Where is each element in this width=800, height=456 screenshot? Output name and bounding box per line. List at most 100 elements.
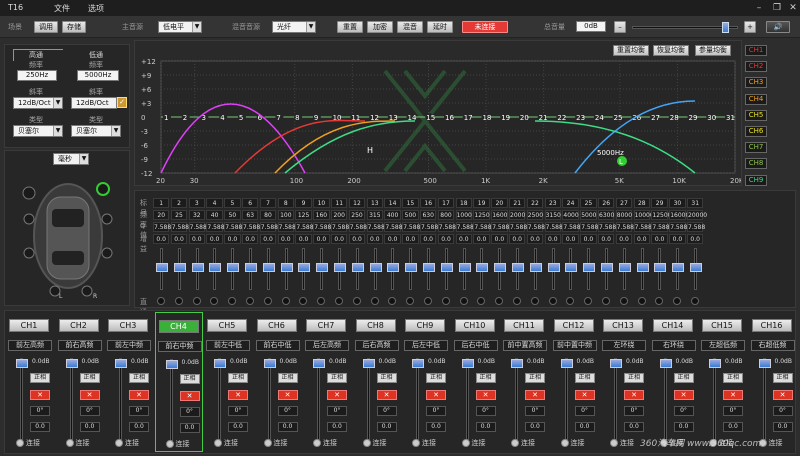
band-q-input[interactable]: 7.588 xyxy=(402,222,420,232)
band-gain-knob[interactable] xyxy=(316,263,329,272)
band-gain-slider[interactable] xyxy=(529,248,542,290)
mute-icon[interactable]: ✕ xyxy=(624,390,644,400)
phase-button[interactable]: 正相 xyxy=(723,373,743,383)
channel-fader-knob[interactable] xyxy=(16,359,28,368)
band-gain-slider[interactable] xyxy=(636,248,649,290)
band-gain-knob[interactable] xyxy=(440,263,453,272)
band-gain-knob[interactable] xyxy=(156,263,168,272)
band-gain-slider[interactable] xyxy=(156,248,168,290)
band-gain-input[interactable]: 0.0 xyxy=(188,234,205,244)
band-gain-slider[interactable] xyxy=(458,248,471,290)
band-q-input[interactable]: 7.588 xyxy=(473,222,492,232)
eq-point-label[interactable]: 22 xyxy=(557,114,566,122)
band-gain-input[interactable]: 0.0 xyxy=(313,234,330,244)
mute-icon[interactable]: ✕ xyxy=(79,390,100,400)
lp-slope-select[interactable]: 12dB/Oct xyxy=(71,97,117,109)
band-freq-input[interactable]: 500 xyxy=(402,210,419,220)
channel-fader[interactable] xyxy=(165,359,178,441)
channel-button[interactable]: CH12 xyxy=(553,319,594,332)
channel-fader-knob[interactable] xyxy=(362,359,375,368)
mute-icon[interactable]: ✕ xyxy=(277,390,298,400)
phase-button[interactable]: 正相 xyxy=(624,373,644,383)
band-bypass-button[interactable] xyxy=(192,297,201,305)
phase-button[interactable]: 正相 xyxy=(673,373,694,383)
band-gain-input[interactable]: 0.0 xyxy=(526,234,544,244)
eq-point-label[interactable]: 28 xyxy=(670,114,679,122)
band-freq-input[interactable]: 200 xyxy=(331,210,348,220)
reset-button[interactable]: 重置 xyxy=(337,21,363,33)
channel-fader-knob[interactable] xyxy=(709,359,721,368)
delay-ms-input[interactable]: 0.0 xyxy=(475,422,496,432)
band-q-input[interactable]: 7.588 xyxy=(331,222,349,232)
channel-fader[interactable] xyxy=(461,358,474,440)
channel-button[interactable]: CH14 xyxy=(652,319,693,332)
channel-select-6[interactable]: CH6 xyxy=(745,126,767,137)
band-q-input[interactable]: 7.588 xyxy=(313,222,331,232)
band-gain-slider[interactable] xyxy=(209,248,222,290)
phase-button[interactable]: 正相 xyxy=(30,373,50,383)
mute-icon[interactable]: ✕ xyxy=(673,390,694,400)
channel-fader[interactable] xyxy=(758,358,771,440)
band-bypass-button[interactable] xyxy=(263,297,272,305)
channel-fader-knob[interactable] xyxy=(659,359,672,368)
channel-fader[interactable] xyxy=(263,358,276,440)
mute-icon[interactable]: ✕ xyxy=(327,390,347,400)
band-freq-input[interactable]: 8000 xyxy=(615,210,633,220)
band-gain-knob[interactable] xyxy=(405,263,418,272)
link-radio[interactable] xyxy=(214,439,222,447)
master-volume-knob[interactable] xyxy=(722,22,730,33)
band-gain-slider[interactable] xyxy=(423,248,435,290)
phase-degree-input[interactable]: 0° xyxy=(228,406,248,416)
hp-slope-select[interactable]: 12dB/Oct ▼ xyxy=(13,97,63,109)
band-q-input[interactable]: 7.588 xyxy=(633,222,652,232)
eq-point-label[interactable]: 25 xyxy=(614,114,623,122)
band-gain-knob[interactable] xyxy=(245,263,257,272)
band-freq-input[interactable]: 100 xyxy=(277,210,294,220)
channel-select-8[interactable]: CH8 xyxy=(745,158,767,170)
connect-status-button[interactable]: 未连接 xyxy=(462,21,508,33)
channel-fader-knob[interactable] xyxy=(610,359,622,368)
band-q-input[interactable]: 7.588 xyxy=(384,222,403,232)
eq-point-label[interactable]: 8 xyxy=(295,114,299,122)
band-bypass-button[interactable] xyxy=(174,297,183,305)
band-gain-knob[interactable] xyxy=(547,263,560,272)
channel-fader-knob[interactable] xyxy=(313,359,325,368)
band-gain-input[interactable]: 0.0 xyxy=(491,234,508,244)
band-gain-slider[interactable] xyxy=(351,248,364,290)
delay-ms-input[interactable]: 0.0 xyxy=(376,422,397,432)
channel-fader[interactable] xyxy=(511,358,523,440)
channel-select-2[interactable]: CH2 xyxy=(745,61,767,73)
channel-button[interactable]: CH16 xyxy=(751,319,792,332)
band-bypass-button[interactable] xyxy=(246,297,254,305)
band-gain-knob[interactable] xyxy=(227,263,240,272)
band-gain-knob[interactable] xyxy=(387,263,400,272)
link-radio[interactable] xyxy=(263,439,272,447)
band-q-input[interactable]: 7.588 xyxy=(615,222,634,232)
band-bypass-button[interactable] xyxy=(424,297,432,305)
band-q-input[interactable]: 7.588 xyxy=(544,222,563,232)
channel-fader-knob[interactable] xyxy=(560,359,573,368)
band-freq-input[interactable]: 20000 xyxy=(687,210,707,220)
eq-curve-chart[interactable]: +12 +9 +6 +3 0 -3 -6 -9 -12 20 30 100 200 500 1K 2K 5K 10… xyxy=(135,41,741,185)
band-q-input[interactable]: 7.588 xyxy=(420,222,438,232)
eq-point-label[interactable]: 23 xyxy=(576,114,585,122)
band-bypass-button[interactable] xyxy=(691,297,699,305)
band-freq-input[interactable]: 25 xyxy=(170,210,188,220)
band-gain-slider[interactable] xyxy=(440,248,453,290)
save-button[interactable]: 存储 xyxy=(62,21,86,33)
band-gain-input[interactable]: 0.0 xyxy=(598,234,615,244)
band-gain-input[interactable]: 0.0 xyxy=(242,234,259,244)
link-radio[interactable] xyxy=(65,439,74,447)
volume-down-button[interactable]: – xyxy=(614,21,626,33)
band-freq-input[interactable]: 1600 xyxy=(491,210,508,220)
channel-fader-knob[interactable] xyxy=(214,359,226,368)
band-freq-input[interactable]: 20 xyxy=(153,210,170,220)
phase-degree-input[interactable]: 0° xyxy=(79,406,100,416)
mute-icon[interactable]: ✕ xyxy=(723,390,743,400)
band-gain-slider[interactable] xyxy=(227,248,240,290)
phase-degree-input[interactable]: 0° xyxy=(574,406,595,416)
mix-button[interactable]: 混音 xyxy=(397,21,423,33)
menu-options[interactable]: 选项 xyxy=(88,3,104,14)
band-q-input[interactable]: 7.588 xyxy=(366,222,385,232)
mute-icon[interactable]: ✕ xyxy=(129,390,149,400)
